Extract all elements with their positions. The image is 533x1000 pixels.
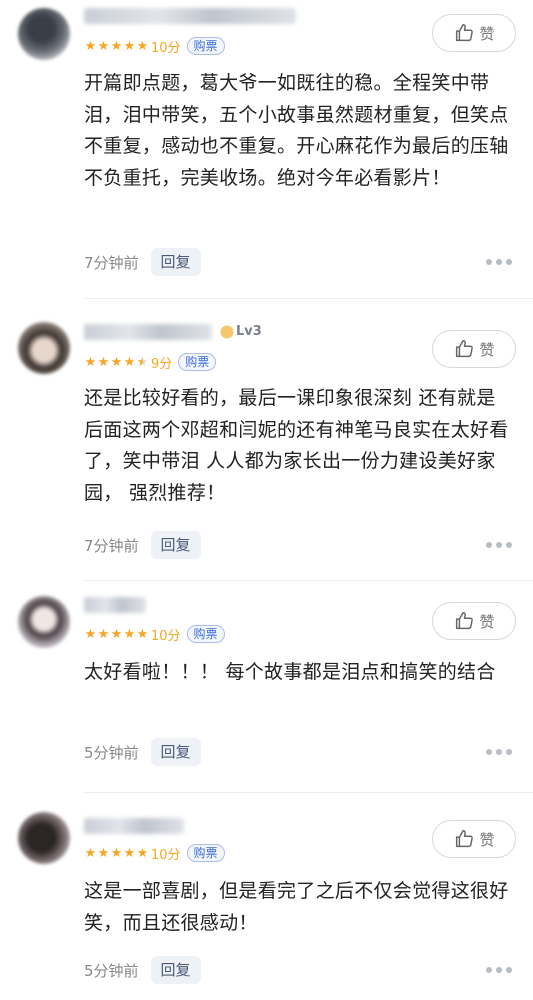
meta-row: 5分钟前 回复 bbox=[84, 738, 201, 766]
like-button[interactable]: 赞 bbox=[432, 14, 516, 52]
star-half-icon: ★ bbox=[136, 354, 149, 370]
thumbs-up-icon bbox=[456, 830, 474, 848]
avatar[interactable] bbox=[18, 812, 70, 864]
thumbs-up-icon bbox=[456, 24, 474, 42]
star-icon: ★ bbox=[110, 845, 123, 861]
star-icon: ★ bbox=[136, 626, 149, 642]
comment-text: 这是一部喜剧，但是看完了之后不仅会觉得这很好笑，而且还很感动！ bbox=[84, 880, 509, 934]
username-blurred[interactable] bbox=[84, 8, 296, 24]
comment-text: 还是比较好看的，最后一课印象很深刻 还有就是后面这两个邓超和闫妮的还有神笔马良实… bbox=[84, 387, 509, 504]
like-button[interactable]: 赞 bbox=[432, 602, 516, 640]
score-label: 9分 bbox=[151, 356, 173, 372]
meta-row: 7分钟前 回复 bbox=[84, 531, 201, 559]
reply-button[interactable]: 回复 bbox=[150, 531, 201, 559]
star-icon: ★ bbox=[123, 354, 136, 370]
star-icon: ★ bbox=[123, 38, 136, 54]
ticket-badge[interactable]: 购票 bbox=[178, 353, 217, 371]
star-icon: ★ bbox=[110, 626, 123, 642]
comment-text: 太好看啦！！！ 每个故事都是泪点和搞笑的结合 bbox=[84, 661, 496, 683]
divider bbox=[84, 298, 533, 299]
like-button[interactable]: 赞 bbox=[432, 330, 516, 368]
more-options-icon[interactable] bbox=[486, 540, 512, 550]
score-label: 10分 bbox=[151, 40, 181, 56]
reply-button[interactable]: 回复 bbox=[150, 738, 201, 766]
star-icon: ★ bbox=[97, 626, 110, 642]
username-blurred[interactable] bbox=[84, 597, 146, 613]
star-icon: ★ bbox=[110, 354, 123, 370]
star-icon: ★ bbox=[84, 626, 97, 642]
like-label: 赞 bbox=[479, 612, 495, 631]
avatar[interactable] bbox=[18, 8, 70, 60]
rating-row: ★ ★ ★ ★ ★ 10分 购票 bbox=[84, 36, 225, 56]
like-label: 赞 bbox=[479, 830, 495, 849]
star-icon: ★ bbox=[97, 38, 110, 54]
timestamp: 5分钟前 bbox=[84, 743, 139, 762]
more-options-icon[interactable] bbox=[486, 747, 512, 757]
divider bbox=[84, 792, 533, 793]
more-options-icon[interactable] bbox=[486, 257, 512, 267]
like-label: 赞 bbox=[479, 340, 495, 359]
ticket-badge[interactable]: 购票 bbox=[186, 844, 225, 862]
star-icon: ★ bbox=[110, 38, 123, 54]
reply-button[interactable]: 回复 bbox=[150, 956, 201, 984]
star-icon: ★ bbox=[136, 845, 149, 861]
timestamp: 5分钟前 bbox=[84, 961, 139, 980]
star-icon: ★ bbox=[84, 845, 97, 861]
rating-row: ★ ★ ★ ★ ★ 10分 购票 bbox=[84, 624, 225, 644]
meta-row: 7分钟前 回复 bbox=[84, 248, 201, 276]
level-badge: Lv3 bbox=[218, 322, 268, 342]
username-blurred[interactable] bbox=[84, 818, 184, 834]
star-icon: ★ bbox=[84, 38, 97, 54]
timestamp: 7分钟前 bbox=[84, 536, 139, 555]
more-options-icon[interactable] bbox=[486, 965, 512, 975]
star-icon: ★ bbox=[136, 38, 149, 54]
star-icon: ★ bbox=[84, 354, 97, 370]
star-icon: ★ bbox=[123, 845, 136, 861]
avatar[interactable] bbox=[18, 322, 70, 374]
star-icon: ★ bbox=[97, 845, 110, 861]
reply-button[interactable]: 回复 bbox=[150, 248, 201, 276]
rating-row: ★ ★ ★ ★ ★ 10分 购票 bbox=[84, 843, 225, 863]
ticket-badge[interactable]: 购票 bbox=[186, 625, 225, 643]
rating-row: ★ ★ ★ ★ ★ 9分 购票 bbox=[84, 352, 217, 372]
meta-row: 5分钟前 回复 bbox=[84, 956, 201, 984]
star-rating: ★ ★ ★ ★ ★ bbox=[84, 40, 149, 53]
thumbs-up-icon bbox=[456, 340, 474, 358]
star-icon: ★ bbox=[97, 354, 110, 370]
thumbs-up-icon bbox=[456, 612, 474, 630]
score-label: 10分 bbox=[151, 628, 181, 644]
score-label: 10分 bbox=[151, 847, 181, 863]
star-icon: ★ bbox=[123, 626, 136, 642]
ticket-badge[interactable]: 购票 bbox=[186, 37, 225, 55]
username-blurred[interactable] bbox=[84, 324, 212, 340]
like-button[interactable]: 赞 bbox=[432, 820, 516, 858]
divider bbox=[84, 580, 533, 581]
star-rating: ★ ★ ★ ★ ★ bbox=[84, 847, 149, 860]
like-label: 赞 bbox=[479, 24, 495, 43]
timestamp: 7分钟前 bbox=[84, 253, 139, 272]
star-rating: ★ ★ ★ ★ ★ bbox=[84, 628, 149, 641]
avatar[interactable] bbox=[18, 596, 70, 648]
comment-text: 开篇即点题，葛大爷一如既往的稳。全程笑中带泪，泪中带笑，五个小故事虽然题材重复，… bbox=[84, 72, 509, 189]
star-rating: ★ ★ ★ ★ ★ bbox=[84, 356, 149, 369]
